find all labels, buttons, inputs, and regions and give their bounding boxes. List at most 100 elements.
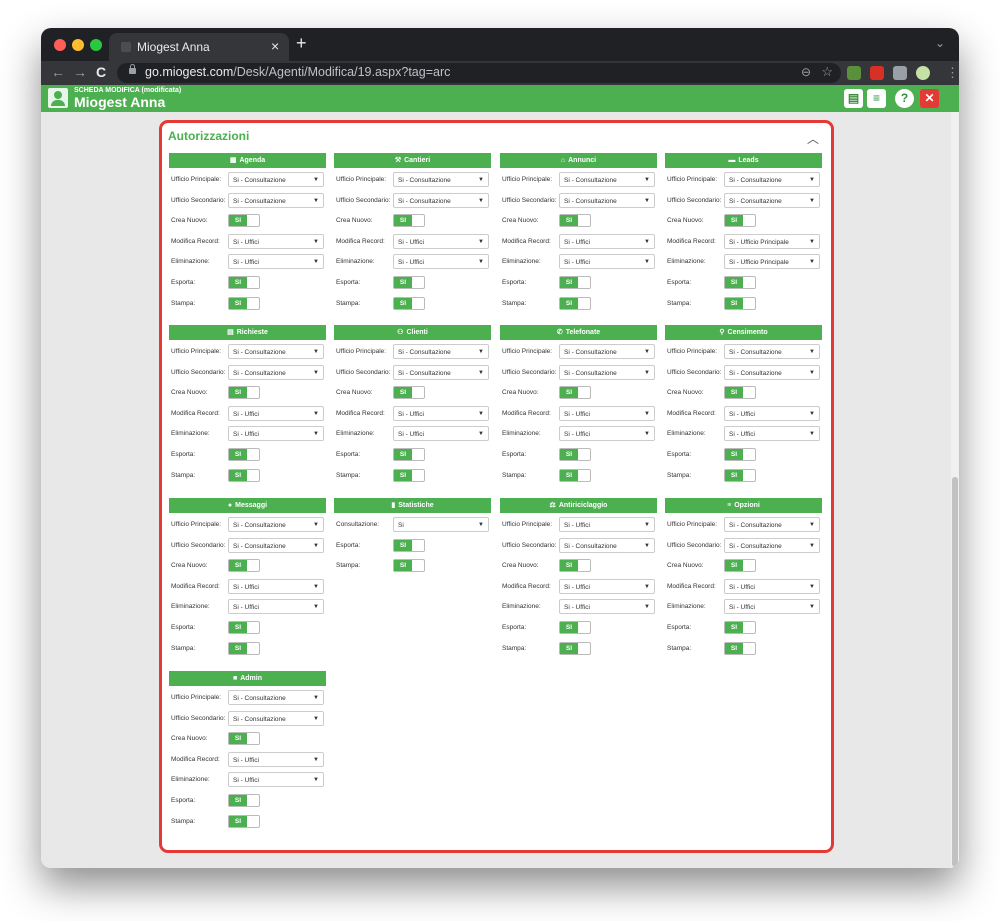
permission-select[interactable]: Si - Consultazione ▼: [228, 364, 324, 380]
permission-toggle[interactable]: SI: [393, 214, 425, 228]
permission-select[interactable]: Si - Consultazione ▼: [724, 517, 820, 532]
permission-toggle[interactable]: SI: [559, 468, 591, 482]
extension-calendar-icon[interactable]: [870, 66, 884, 80]
permission-select[interactable]: Si - Uffici ▼: [393, 233, 489, 249]
permission-select[interactable]: Si - Consultazione ▼: [559, 364, 655, 380]
permission-toggle[interactable]: SI: [724, 641, 756, 655]
permission-select[interactable]: Si - Consultazione ▼: [393, 172, 489, 187]
permission-select[interactable]: Si - Uffici ▼: [228, 751, 324, 767]
permission-select[interactable]: Si - Uffici ▼: [724, 405, 820, 421]
permission-select[interactable]: Si - Ufficio Principale ▼: [724, 233, 820, 249]
permission-select[interactable]: Si - Uffici ▼: [559, 233, 655, 249]
permission-select[interactable]: Si - Uffici ▼: [559, 517, 655, 532]
permission-select[interactable]: Si - Uffici ▼: [228, 405, 324, 421]
permission-select[interactable]: Si - Consultazione ▼: [228, 192, 324, 208]
permission-toggle[interactable]: SI: [228, 793, 260, 807]
save-button[interactable]: ▤: [844, 89, 863, 108]
permission-select[interactable]: Si - Consultazione ▼: [724, 344, 820, 359]
permission-select[interactable]: Si ▼: [393, 517, 489, 532]
scrollbar-thumb[interactable]: [952, 477, 958, 867]
permission-select[interactable]: Si - Uffici ▼: [559, 599, 655, 615]
permission-select[interactable]: Si - Consultazione ▼: [724, 192, 820, 208]
permission-select[interactable]: Si - Consultazione ▼: [228, 517, 324, 532]
permission-toggle[interactable]: SI: [228, 559, 260, 573]
permission-select[interactable]: Si - Consultazione ▼: [559, 344, 655, 359]
browser-tab[interactable]: Miogest Anna ×: [109, 33, 289, 61]
permission-select[interactable]: Si - Consultazione ▼: [228, 690, 324, 705]
permission-select[interactable]: Si - Consultazione ▼: [228, 537, 324, 553]
permission-toggle[interactable]: SI: [724, 620, 756, 634]
address-bar[interactable]: go.miogest.com/Desk/Agenti/Modifica/19.a…: [117, 63, 841, 83]
permission-toggle[interactable]: SI: [228, 214, 260, 228]
forward-icon[interactable]: →: [73, 64, 87, 80]
permission-select[interactable]: Si - Uffici ▼: [393, 426, 489, 442]
permission-select[interactable]: Si - Ufficio Principale ▼: [724, 254, 820, 270]
permission-select[interactable]: Si - Consultazione ▼: [559, 537, 655, 553]
permission-toggle[interactable]: SI: [228, 296, 260, 310]
permission-select[interactable]: Si - Uffici ▼: [559, 426, 655, 442]
permission-toggle[interactable]: SI: [559, 641, 591, 655]
permission-select[interactable]: Si - Uffici ▼: [228, 233, 324, 249]
permission-toggle[interactable]: SI: [228, 447, 260, 461]
collapse-chevron-icon[interactable]: ︿: [807, 130, 819, 147]
permission-toggle[interactable]: SI: [228, 275, 260, 289]
extensions-puzzle-icon[interactable]: [893, 66, 907, 80]
page-scrollbar[interactable]: [951, 112, 959, 868]
permission-toggle[interactable]: SI: [724, 214, 756, 228]
permission-select[interactable]: Si - Consultazione ▼: [393, 364, 489, 380]
tab-close-icon[interactable]: ×: [271, 38, 279, 54]
permission-toggle[interactable]: SI: [559, 275, 591, 289]
permission-select[interactable]: Si - Uffici ▼: [228, 426, 324, 442]
permission-toggle[interactable]: SI: [228, 641, 260, 655]
minimize-window-dot[interactable]: [72, 39, 84, 51]
back-icon[interactable]: ←: [51, 64, 65, 80]
permission-toggle[interactable]: SI: [393, 386, 425, 400]
close-button[interactable]: ✕: [920, 89, 939, 108]
bookmark-star-icon[interactable]: ☆: [821, 64, 833, 80]
tab-search-chevron-icon[interactable]: ⌄: [935, 36, 945, 50]
new-tab-button[interactable]: +: [296, 33, 307, 54]
maximize-window-dot[interactable]: [90, 39, 102, 51]
permission-toggle[interactable]: SI: [393, 559, 425, 573]
permission-toggle[interactable]: SI: [559, 214, 591, 228]
permission-select[interactable]: Si - Uffici ▼: [559, 254, 655, 270]
permission-select[interactable]: Si - Uffici ▼: [724, 599, 820, 615]
permission-select[interactable]: Si - Consultazione ▼: [228, 344, 324, 359]
permission-select[interactable]: Si - Uffici ▼: [228, 599, 324, 615]
permission-toggle[interactable]: SI: [228, 386, 260, 400]
permission-toggle[interactable]: SI: [559, 386, 591, 400]
permission-toggle[interactable]: SI: [228, 732, 260, 746]
permission-toggle[interactable]: SI: [393, 468, 425, 482]
permission-toggle[interactable]: SI: [559, 620, 591, 634]
zoom-icon[interactable]: ⊖: [801, 65, 811, 79]
permission-select[interactable]: Si - Uffici ▼: [724, 426, 820, 442]
permission-toggle[interactable]: SI: [393, 538, 425, 552]
permission-select[interactable]: Si - Consultazione ▼: [228, 172, 324, 187]
permission-select[interactable]: Si - Uffici ▼: [393, 254, 489, 270]
permission-select[interactable]: Si - Consultazione ▼: [724, 364, 820, 380]
permission-toggle[interactable]: SI: [724, 275, 756, 289]
permission-select[interactable]: Si - Consultazione ▼: [228, 710, 324, 726]
menu-button[interactable]: ≡: [867, 89, 886, 108]
permission-select[interactable]: Si - Uffici ▼: [393, 405, 489, 421]
permission-toggle[interactable]: SI: [559, 559, 591, 573]
permission-toggle[interactable]: SI: [228, 814, 260, 828]
permission-select[interactable]: Si - Consultazione ▼: [393, 344, 489, 359]
permission-select[interactable]: Si - Uffici ▼: [228, 578, 324, 594]
permission-select[interactable]: Si - Uffici ▼: [559, 578, 655, 594]
permission-select[interactable]: Si - Uffici ▼: [228, 254, 324, 270]
permission-select[interactable]: Si - Consultazione ▼: [724, 537, 820, 553]
permission-toggle[interactable]: SI: [228, 468, 260, 482]
permission-select[interactable]: Si - Consultazione ▼: [724, 172, 820, 187]
permission-toggle[interactable]: SI: [724, 559, 756, 573]
permission-select[interactable]: Si - Consultazione ▼: [559, 172, 655, 187]
permission-toggle[interactable]: SI: [393, 447, 425, 461]
permission-toggle[interactable]: SI: [393, 275, 425, 289]
profile-avatar-icon[interactable]: [916, 66, 930, 80]
permission-select[interactable]: Si - Uffici ▼: [228, 772, 324, 788]
permission-toggle[interactable]: SI: [228, 620, 260, 634]
permission-select[interactable]: Si - Uffici ▼: [559, 405, 655, 421]
permission-toggle[interactable]: SI: [724, 468, 756, 482]
help-button[interactable]: ?: [895, 89, 914, 108]
close-window-dot[interactable]: [54, 39, 66, 51]
